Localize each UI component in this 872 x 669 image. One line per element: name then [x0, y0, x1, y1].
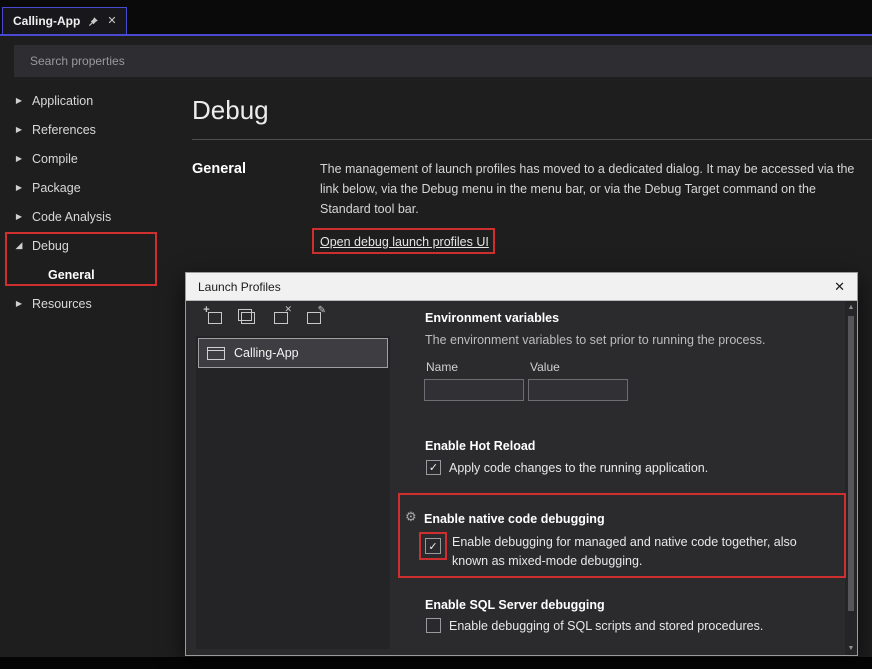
sidebar-item-label: References	[32, 123, 96, 137]
native-debugging-label: Enable debugging for managed and native …	[452, 533, 827, 571]
sidebar-item-debug-general[interactable]: General	[14, 260, 184, 289]
chevron-right-icon[interactable]: ▶	[14, 125, 24, 134]
sidebar-item-label: Compile	[32, 152, 78, 166]
chevron-right-icon[interactable]: ▶	[14, 96, 24, 105]
bottom-edge-strip	[0, 657, 872, 669]
dialog-titlebar[interactable]: Launch Profiles ✕	[186, 273, 857, 301]
scroll-up-icon[interactable]: ▲	[845, 304, 857, 311]
sidebar-item-label: Debug	[32, 239, 69, 253]
env-variables-title: Environment variables	[425, 311, 559, 325]
general-section-label: General	[192, 161, 246, 177]
dialog-title: Launch Profiles	[198, 280, 281, 294]
search-properties-input[interactable]: Search properties	[14, 45, 872, 77]
sidebar-item-package[interactable]: ▶ Package	[14, 173, 184, 202]
properties-sidebar: ▶ Application ▶ References ▶ Compile ▶ P…	[14, 86, 184, 318]
env-variables-description: The environment variables to set prior t…	[425, 333, 765, 347]
env-value-input[interactable]	[528, 379, 628, 401]
sidebar-item-references[interactable]: ▶ References	[14, 115, 184, 144]
profile-list: Calling-App	[196, 336, 390, 649]
chevron-right-icon[interactable]: ▶	[14, 154, 24, 163]
sql-debugging-checkbox[interactable]	[426, 618, 441, 633]
tab-accent-line	[0, 34, 872, 36]
pin-icon[interactable]	[88, 16, 99, 27]
scrollbar-thumb[interactable]	[848, 316, 854, 611]
sidebar-item-label: Resources	[32, 297, 92, 311]
native-debugging-title: Enable native code debugging	[424, 512, 605, 526]
dialog-scrollbar[interactable]: ▲ ▼	[845, 301, 857, 655]
sidebar-item-application[interactable]: ▶ Application	[14, 86, 184, 115]
chevron-expanded-icon[interactable]: ◢	[14, 240, 24, 251]
sidebar-item-label: Code Analysis	[32, 210, 111, 224]
sql-debugging-label: Enable debugging of SQL scripts and stor…	[449, 619, 763, 633]
sql-debugging-title: Enable SQL Server debugging	[425, 598, 605, 612]
sidebar-item-label: Application	[32, 94, 93, 108]
sidebar-item-compile[interactable]: ▶ Compile	[14, 144, 184, 173]
dialog-body: Calling-App Environment variables The en…	[186, 301, 857, 655]
env-name-input[interactable]	[424, 379, 524, 401]
sidebar-item-resources[interactable]: ▶ Resources	[14, 289, 184, 318]
page-title: Debug	[192, 95, 269, 126]
profiles-toolbar	[204, 308, 322, 325]
env-value-column-label: Value	[530, 360, 560, 374]
hot-reload-title: Enable Hot Reload	[425, 439, 535, 453]
general-section-description: The management of launch profiles has mo…	[320, 159, 870, 219]
title-divider	[192, 139, 872, 140]
document-tab-calling-app[interactable]: Calling-App ✕	[2, 7, 127, 34]
env-name-column-label: Name	[426, 360, 458, 374]
tab-title: Calling-App	[13, 14, 80, 28]
check-icon: ✓	[429, 461, 438, 474]
scroll-down-icon[interactable]: ▼	[845, 645, 857, 652]
apply-code-changes-label: Apply code changes to the running applic…	[449, 461, 708, 475]
chevron-right-icon[interactable]: ▶	[14, 212, 24, 221]
chevron-right-icon[interactable]: ▶	[14, 183, 24, 192]
rename-profile-icon[interactable]	[303, 308, 322, 325]
sidebar-item-label: General	[48, 268, 95, 282]
window-icon	[207, 347, 225, 360]
apply-code-changes-checkbox[interactable]: ✓	[426, 460, 441, 475]
search-placeholder: Search properties	[30, 54, 125, 68]
launch-profiles-dialog: Launch Profiles ✕ Calling-App Environmen…	[185, 272, 858, 656]
profile-list-item-calling-app[interactable]: Calling-App	[198, 338, 388, 368]
open-debug-launch-profiles-link[interactable]: Open debug launch profiles UI	[320, 235, 489, 249]
delete-profile-icon[interactable]	[270, 308, 289, 325]
clone-profile-icon[interactable]	[237, 308, 256, 325]
sidebar-item-code-analysis[interactable]: ▶ Code Analysis	[14, 202, 184, 231]
tab-strip	[0, 0, 872, 36]
dialog-close-icon[interactable]: ✕	[834, 279, 845, 295]
chevron-right-icon[interactable]: ▶	[14, 299, 24, 308]
native-debugging-checkbox[interactable]: ✓	[425, 538, 441, 554]
new-profile-icon[interactable]	[204, 308, 223, 325]
profile-name: Calling-App	[234, 346, 299, 360]
sidebar-item-label: Package	[32, 181, 81, 195]
sidebar-item-debug[interactable]: ◢ Debug	[14, 231, 184, 260]
tab-close-icon[interactable]: ✕	[107, 16, 116, 27]
gear-icon: ⚙	[405, 509, 417, 525]
check-icon: ✓	[428, 540, 437, 553]
